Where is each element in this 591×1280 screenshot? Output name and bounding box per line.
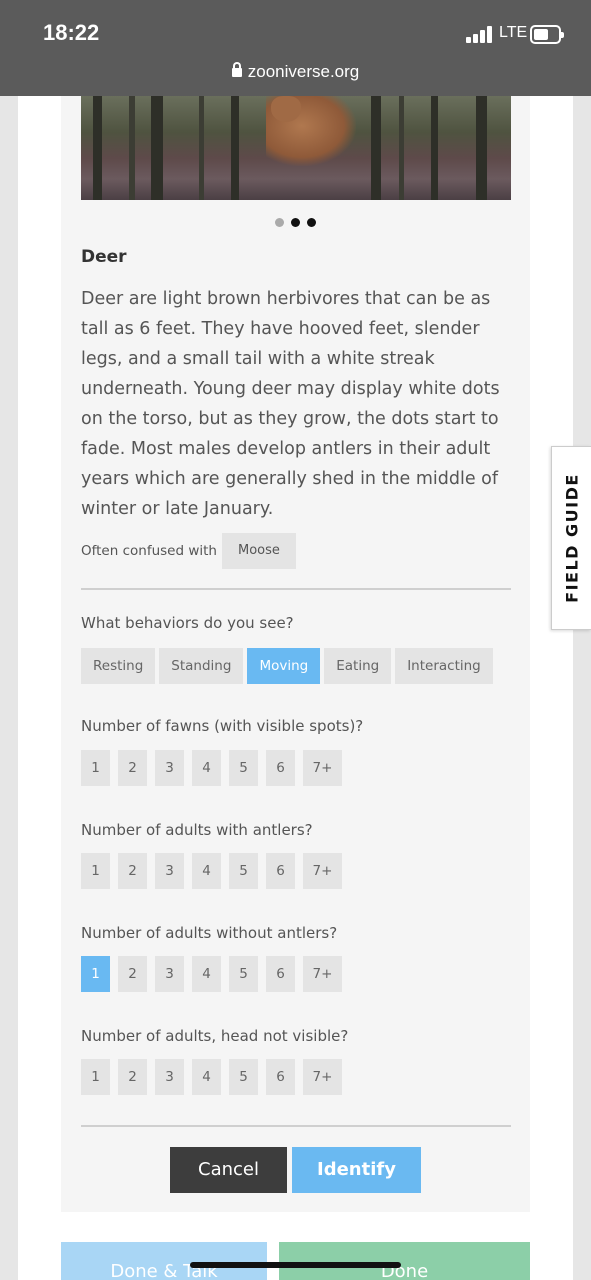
count-option[interactable]: 2 xyxy=(118,853,147,889)
count-option[interactable]: 4 xyxy=(192,750,221,786)
done-and-talk-button[interactable]: Done & Talk xyxy=(61,1242,267,1280)
browser-top-bar: 18:22 LTE zooniverse.org xyxy=(0,0,591,96)
field-guide-label: FIELD GUIDE xyxy=(562,473,581,603)
antlerless-adults-options: 1 2 3 4 5 6 7+ xyxy=(81,956,350,992)
cancel-button[interactable]: Cancel xyxy=(170,1147,287,1193)
head-not-visible-question: Number of adults, head not visible? xyxy=(81,1027,349,1045)
behavior-option-interacting[interactable]: Interacting xyxy=(395,648,493,684)
confused-with-label: Often confused with xyxy=(81,543,217,559)
count-option[interactable]: 1 xyxy=(81,1059,110,1095)
antlerless-adults-question: Number of adults without antlers? xyxy=(81,924,338,942)
address-bar[interactable]: zooniverse.org xyxy=(0,62,591,82)
field-guide-tab[interactable]: FIELD GUIDE xyxy=(551,446,591,630)
status-time: 18:22 xyxy=(43,20,100,45)
done-button[interactable]: Done xyxy=(279,1242,530,1280)
count-option[interactable]: 4 xyxy=(192,853,221,889)
count-option[interactable]: 6 xyxy=(266,853,295,889)
home-indicator xyxy=(190,1262,401,1268)
count-option[interactable]: 7+ xyxy=(303,750,342,786)
page-content: Deer Deer are light brown herbivores tha… xyxy=(18,96,573,1280)
url-text: zooniverse.org xyxy=(247,62,360,81)
count-option[interactable]: 2 xyxy=(118,956,147,992)
behavior-option-moving[interactable]: Moving xyxy=(247,648,321,684)
count-option[interactable]: 5 xyxy=(229,956,258,992)
species-photo[interactable] xyxy=(81,96,511,200)
divider xyxy=(81,1125,511,1127)
fawns-question: Number of fawns (with visible spots)? xyxy=(81,717,364,735)
count-option[interactable]: 1 xyxy=(81,750,110,786)
behavior-option-standing[interactable]: Standing xyxy=(159,648,244,684)
fawns-options: 1 2 3 4 5 6 7+ xyxy=(81,750,350,786)
count-option[interactable]: 3 xyxy=(155,1059,184,1095)
species-description: Deer are light brown herbivores that can… xyxy=(81,289,500,519)
count-option[interactable]: 3 xyxy=(155,853,184,889)
identify-button[interactable]: Identify xyxy=(292,1147,421,1193)
carousel-dots[interactable] xyxy=(275,212,323,227)
divider xyxy=(81,588,511,590)
signal-icon xyxy=(466,26,494,43)
count-option[interactable]: 4 xyxy=(192,1059,221,1095)
count-option-selected[interactable]: 1 xyxy=(81,956,110,992)
count-option[interactable]: 7+ xyxy=(303,853,342,889)
count-option[interactable]: 4 xyxy=(192,956,221,992)
behavior-option-eating[interactable]: Eating xyxy=(324,648,392,684)
count-option[interactable]: 3 xyxy=(155,750,184,786)
count-option[interactable]: 1 xyxy=(81,853,110,889)
behavior-options: Resting Standing Moving Eating Interacti… xyxy=(81,648,497,684)
battery-icon xyxy=(530,25,564,44)
lock-icon xyxy=(231,62,242,77)
behaviors-question: What behaviors do you see? xyxy=(81,614,294,632)
count-option[interactable]: 3 xyxy=(155,956,184,992)
head-not-visible-options: 1 2 3 4 5 6 7+ xyxy=(81,1059,350,1095)
network-label: LTE xyxy=(499,24,528,41)
count-option[interactable]: 5 xyxy=(229,750,258,786)
count-option[interactable]: 6 xyxy=(266,1059,295,1095)
count-option[interactable]: 6 xyxy=(266,750,295,786)
count-option[interactable]: 5 xyxy=(229,1059,258,1095)
species-name: Deer xyxy=(81,247,127,267)
carousel-dot[interactable] xyxy=(275,218,284,227)
carousel-dot[interactable] xyxy=(291,218,300,227)
count-option[interactable]: 7+ xyxy=(303,1059,342,1095)
confused-species-chip[interactable]: Moose xyxy=(221,533,296,569)
count-option[interactable]: 2 xyxy=(118,750,147,786)
count-option[interactable]: 7+ xyxy=(303,956,342,992)
count-option[interactable]: 2 xyxy=(118,1059,147,1095)
antlered-adults-question: Number of adults with antlers? xyxy=(81,821,313,839)
count-option[interactable]: 6 xyxy=(266,956,295,992)
count-option[interactable]: 5 xyxy=(229,853,258,889)
confused-with-row: Often confused with Moose xyxy=(81,533,296,569)
behavior-option-resting[interactable]: Resting xyxy=(81,648,156,684)
antlered-adults-options: 1 2 3 4 5 6 7+ xyxy=(81,853,350,889)
carousel-dot[interactable] xyxy=(307,218,316,227)
